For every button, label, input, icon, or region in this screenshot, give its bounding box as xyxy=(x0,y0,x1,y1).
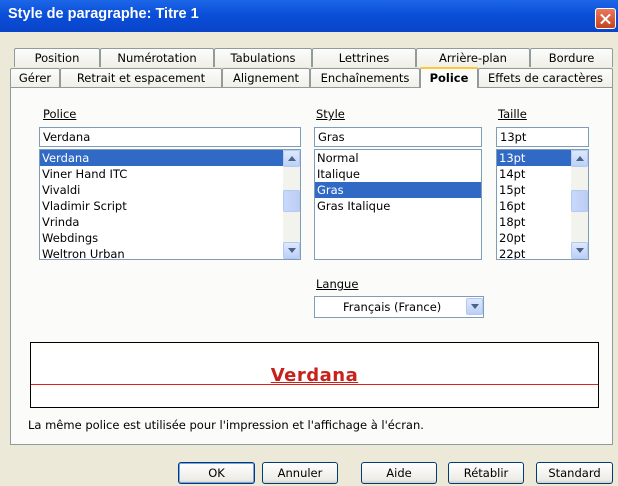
size-list[interactable]: 13pt 14pt 15pt 16pt 18pt 20pt 22pt xyxy=(496,149,589,260)
size-label: Taille xyxy=(498,107,527,121)
chevron-down-icon[interactable] xyxy=(466,298,483,315)
tab-enchainements[interactable]: Enchaînements xyxy=(310,68,420,87)
style-label: Style xyxy=(316,107,345,121)
help-button[interactable]: Aide xyxy=(361,462,437,484)
list-item[interactable]: Verdana xyxy=(40,150,300,166)
list-item[interactable]: Normal xyxy=(315,150,481,166)
tab-alignement[interactable]: Alignement xyxy=(222,68,310,87)
tab-position[interactable]: Position xyxy=(14,48,100,67)
info-text: La même police est utilisée pour l'impre… xyxy=(28,418,424,432)
list-item[interactable]: Webdings xyxy=(40,230,300,246)
list-item[interactable]: Vrinda xyxy=(40,214,300,230)
list-item[interactable]: Gras Italique xyxy=(315,198,481,214)
style-list[interactable]: Normal Italique Gras Gras Italique xyxy=(314,149,482,260)
ok-button[interactable]: OK xyxy=(178,462,255,484)
language-value: Français (France) xyxy=(343,300,442,314)
list-item[interactable]: Weltron Urban xyxy=(40,246,300,259)
list-item[interactable]: Viner Hand ITC xyxy=(40,166,300,182)
list-item[interactable]: Italique xyxy=(315,166,481,182)
scroll-up-icon[interactable] xyxy=(283,150,300,167)
preview-text: Verdana xyxy=(270,365,359,386)
standard-button[interactable]: Standard xyxy=(536,462,613,484)
style-input[interactable]: Gras xyxy=(314,127,482,147)
tab-tabulations[interactable]: Tabulations xyxy=(214,48,312,67)
list-item[interactable]: Vivaldi xyxy=(40,182,300,198)
font-scrollbar[interactable] xyxy=(283,150,300,259)
size-scrollbar[interactable] xyxy=(571,150,588,259)
list-item[interactable]: 13pt xyxy=(497,150,571,166)
font-input[interactable]: Verdana xyxy=(39,127,301,147)
size-input[interactable]: 13pt xyxy=(496,127,589,147)
font-list[interactable]: Verdana Viner Hand ITC Vivaldi Vladimir … xyxy=(39,149,301,260)
font-label: Police xyxy=(43,107,77,121)
tab-retrait-espacement[interactable]: Retrait et espacement xyxy=(60,68,222,87)
tab-bordure[interactable]: Bordure xyxy=(530,48,613,67)
scroll-up-icon[interactable] xyxy=(571,150,588,167)
tab-lettrines[interactable]: Lettrines xyxy=(312,48,416,67)
font-preview: Verdana xyxy=(30,342,599,408)
scroll-down-icon[interactable] xyxy=(283,242,300,259)
tab-numerotation[interactable]: Numérotation xyxy=(100,48,214,67)
reset-button[interactable]: Rétablir xyxy=(448,462,524,484)
tab-arriere-plan[interactable]: Arrière-plan xyxy=(416,48,530,67)
scroll-thumb[interactable] xyxy=(571,190,588,212)
tab-effets-caracteres[interactable]: Effets de caractères xyxy=(478,68,613,87)
tab-gerer[interactable]: Gérer xyxy=(10,68,60,87)
close-icon[interactable] xyxy=(595,8,616,29)
language-select[interactable]: Français (France) xyxy=(314,296,484,318)
list-item[interactable]: Vladimir Script xyxy=(40,198,300,214)
cancel-button[interactable]: Annuler xyxy=(262,462,338,484)
window-title: Style de paragraphe: Titre 1 xyxy=(8,6,199,22)
scroll-thumb[interactable] xyxy=(283,190,300,212)
scroll-down-icon[interactable] xyxy=(571,242,588,259)
language-label: Langue xyxy=(316,277,359,291)
tab-police[interactable]: Police xyxy=(420,67,478,88)
list-item[interactable]: Gras xyxy=(315,182,481,198)
